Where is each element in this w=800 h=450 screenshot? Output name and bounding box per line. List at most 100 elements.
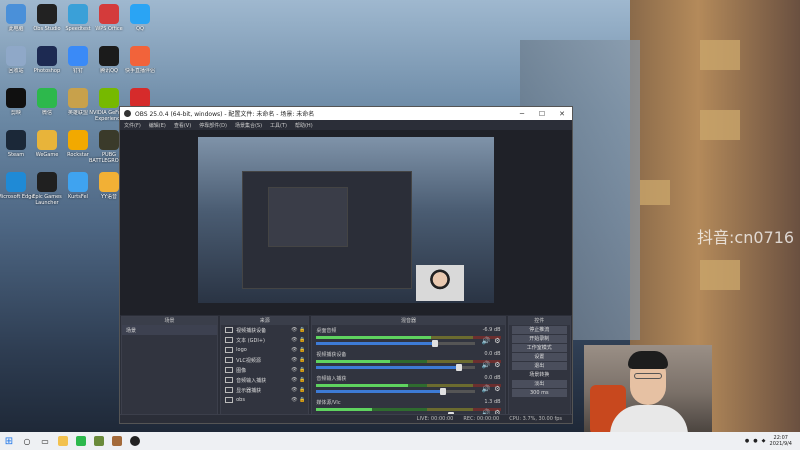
minimize-icon[interactable]: ─	[512, 110, 532, 118]
visibility-lock-icon[interactable]: 👁 🔒	[291, 397, 305, 403]
menu-view[interactable]: 查看(V)	[174, 122, 191, 129]
close-icon[interactable]: ✕	[552, 110, 572, 118]
obs-menubar: 文件(F) 编辑(E) 查看(V) 停靠部件(D) 场景集合(S) 工具(T) …	[120, 120, 572, 130]
app-icon	[37, 4, 57, 24]
app-icon	[130, 46, 150, 66]
tray-icon[interactable]: ●	[753, 438, 757, 444]
taskbar-wechat-icon[interactable]	[72, 432, 90, 450]
visibility-lock-icon[interactable]: 👁 🔒	[291, 387, 305, 393]
app-icon	[37, 130, 57, 150]
volume-slider-fill	[316, 366, 459, 369]
desktop-icon[interactable]: 快手直播伴侣	[120, 46, 160, 80]
app-icon	[6, 4, 26, 24]
audio-meter	[316, 336, 501, 339]
desktop-icon-label: QQ	[136, 26, 144, 32]
taskbar-app-icon[interactable]	[108, 432, 126, 450]
visibility-lock-icon[interactable]: 👁 🔒	[291, 347, 305, 353]
scenes-dock-title: 场景	[122, 317, 218, 325]
volume-slider-handle[interactable]	[455, 364, 462, 371]
menu-scene-collection[interactable]: 场景集合(S)	[235, 122, 262, 129]
display-source-icon	[225, 387, 234, 393]
source-item[interactable]: 文本 (GDI+) 👁 🔒	[221, 335, 308, 345]
desktop-icon-label: 快手直播伴侣	[124, 68, 155, 74]
volume-slider-handle[interactable]	[439, 388, 446, 395]
source-item[interactable]: VLC视频源 👁 🔒	[221, 355, 308, 365]
volume-slider[interactable]	[316, 364, 475, 371]
menu-edit[interactable]: 编辑(E)	[149, 122, 166, 129]
app-icon	[37, 88, 57, 108]
scenes-dock: 场景 场景 + − ⌃ ⌄	[121, 316, 219, 423]
maximize-icon[interactable]: ☐	[532, 110, 552, 118]
clock[interactable]: 22:07 2021/9/4	[770, 435, 792, 447]
taskbar-explorer-icon[interactable]	[54, 432, 72, 450]
sources-dock-title: 来源	[221, 317, 309, 325]
visibility-lock-icon[interactable]: 👁 🔒	[291, 337, 305, 343]
webcam-overlay	[584, 345, 712, 432]
visibility-lock-icon[interactable]: 👁 🔒	[291, 327, 305, 333]
source-item-label: 图像	[236, 367, 247, 374]
studio-mode-button[interactable]: 工作室模式	[511, 344, 567, 352]
mixer-channels: 桌面音频 -6.9 dB 🔊 ⚙ 视频捕获设备 0.0 dB 🔊 ⚙ 音频输入捕获 0.0 dB 🔊…	[312, 325, 504, 421]
menu-file[interactable]: 文件(F)	[124, 122, 141, 129]
visibility-lock-icon[interactable]: 👁 🔒	[291, 357, 305, 363]
exit-button[interactable]: 退出	[511, 362, 567, 370]
task-view-icon[interactable]: ▭	[36, 432, 54, 450]
sources-list: 视频捕获设备 👁 🔒 文本 (GDI+) 👁 🔒 logo 👁 🔒 VLC视频源 👁 🔒 图像 👁…	[221, 325, 308, 405]
mute-icon[interactable]: 🔊	[482, 361, 491, 369]
source-item[interactable]: 音频输入捕获 👁 🔒	[221, 375, 308, 385]
mixer-channel: 视频捕获设备 0.0 dB 🔊 ⚙	[312, 349, 504, 373]
taskbar-obs-icon[interactable]	[126, 432, 144, 450]
transition-select[interactable]: 淡出	[511, 380, 567, 388]
obs-window[interactable]: OBS 25.0.4 (64-bit, windows) - 配置文件: 未命名…	[119, 106, 573, 424]
search-icon[interactable]: ○	[18, 432, 36, 450]
source-item-label: logo	[236, 347, 247, 353]
preview-canvas[interactable]	[198, 137, 494, 303]
mute-icon[interactable]: 🔊	[482, 385, 491, 393]
source-item[interactable]: 图像 👁 🔒	[221, 365, 308, 375]
source-item[interactable]: 视频捕获设备 👁 🔒	[221, 325, 308, 335]
source-item[interactable]: logo 👁 🔒	[221, 345, 308, 355]
app-icon	[6, 88, 26, 108]
wallpaper-window	[640, 180, 670, 205]
menu-tools[interactable]: 工具(T)	[270, 122, 287, 129]
mixer-channel-name: 视频捕获设备	[316, 352, 347, 358]
taskbar-minecraft-icon[interactable]	[90, 432, 108, 450]
volume-slider-handle[interactable]	[432, 340, 438, 347]
source-item[interactable]: obs 👁 🔒	[221, 395, 308, 405]
mic-source-icon	[225, 377, 234, 383]
app-icon	[68, 130, 88, 150]
mixer-channel-db: 0.0 dB	[484, 375, 501, 381]
mute-icon[interactable]: 🔊	[482, 337, 491, 345]
settings-button[interactable]: 设置	[511, 353, 567, 361]
app-icon	[130, 88, 150, 108]
source-item-label: 文本 (GDI+)	[236, 337, 266, 344]
obs-titlebar[interactable]: OBS 25.0.4 (64-bit, windows) - 配置文件: 未命名…	[120, 107, 572, 120]
visibility-lock-icon[interactable]: 👁 🔒	[291, 367, 305, 373]
controls-dock: 控件 停止推流 开始录制 工作室模式 设置 退出 场景转换 淡出 300 ms	[507, 316, 571, 423]
wallpaper-window	[700, 110, 740, 140]
audio-meter-level	[316, 336, 431, 339]
image-source-icon	[225, 367, 234, 373]
source-item[interactable]: 显示器捕获 👁 🔒	[221, 385, 308, 395]
desktop-icon[interactable]: QQ	[120, 4, 160, 38]
gear-icon[interactable]: ⚙	[494, 337, 500, 345]
volume-slider[interactable]	[316, 340, 475, 347]
menu-docks[interactable]: 停靠部件(D)	[199, 122, 227, 129]
visibility-lock-icon[interactable]: 👁 🔒	[291, 377, 305, 383]
start-recording-button[interactable]: 开始录制	[511, 335, 567, 343]
mixer-channel: 音频输入捕获 0.0 dB 🔊 ⚙	[312, 373, 504, 397]
tray-icon[interactable]: ●	[745, 438, 749, 444]
menu-help[interactable]: 帮助(H)	[295, 122, 313, 129]
audio-meter	[316, 360, 501, 363]
volume-slider[interactable]	[316, 388, 475, 395]
start-button[interactable]: ⊞	[0, 432, 18, 450]
obs-preview[interactable]	[120, 130, 572, 315]
stop-streaming-button[interactable]: 停止推流	[511, 326, 567, 334]
transition-duration[interactable]: 300 ms	[511, 389, 567, 397]
system-tray: ● ● ◆ 22:07 2021/9/4	[745, 435, 800, 447]
volume-icon[interactable]: ◆	[762, 438, 766, 444]
scene-item[interactable]: 场景	[122, 325, 218, 335]
mixer-dock-title: 混音器	[312, 317, 505, 325]
gear-icon[interactable]: ⚙	[494, 361, 500, 369]
gear-icon[interactable]: ⚙	[494, 385, 500, 393]
